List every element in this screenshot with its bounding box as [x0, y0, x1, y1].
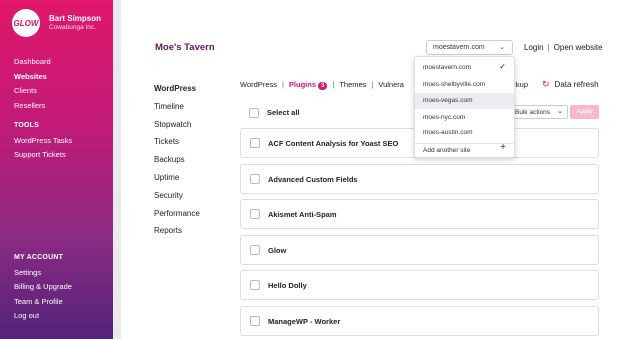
plugin-checkbox[interactable]	[250, 315, 260, 326]
site-switcher-dropdown: moestavern.com ✓ moes-shelbyville.com mo…	[414, 56, 515, 158]
dropdown-item-site[interactable]: moestavern.com ✓	[415, 60, 514, 76]
plugin-row[interactable]: Advanced Custom Fields	[240, 163, 599, 194]
nav-item-settings[interactable]: Settings	[14, 266, 72, 281]
plugin-name: Advanced Custom Fields	[268, 174, 358, 184]
tab-vulnerabilities[interactable]: Vulnera	[378, 80, 404, 89]
nav-item-resellers[interactable]: Resellers	[14, 99, 51, 114]
plugin-name: Glow	[268, 245, 287, 255]
data-refresh-label: Data refresh	[554, 80, 599, 89]
divider: |	[281, 80, 284, 89]
plugin-row[interactable]: ManageWP - Worker	[240, 305, 599, 336]
site-option-label: moes-vegas.com	[423, 97, 473, 104]
dropdown-divider	[415, 143, 514, 144]
site-option-label: moes-austin.com	[423, 129, 473, 136]
tab-plugins-label: Plugins	[288, 80, 317, 89]
bulk-actions-value: Bulk actions	[515, 109, 551, 116]
nav-item-support-tickets[interactable]: Support Tickets	[14, 148, 72, 163]
select-all-checkbox[interactable]	[249, 108, 259, 118]
subnav-uptime[interactable]: Uptime	[154, 169, 200, 187]
plugin-name: Akismet Anti-Spam	[268, 210, 337, 220]
header-links: Login | Open website	[524, 43, 603, 52]
site-option-label: moes-shelbyville.com	[423, 81, 486, 88]
refresh-icon: ↻	[542, 79, 550, 89]
chevron-down-icon: ⌄	[499, 44, 505, 51]
page-title: Moe's Tavern	[155, 42, 215, 53]
site-select[interactable]: moestavern.com ⌄	[426, 40, 513, 55]
user-name: Bart Simpson	[49, 14, 102, 23]
site-subnav: WordPress Timeline Stopwatch Tickets Bac…	[154, 80, 200, 240]
divider: |	[547, 43, 550, 52]
divider: |	[332, 80, 335, 89]
subnav-stopwatch[interactable]: Stopwatch	[154, 116, 200, 134]
nav-item-billing[interactable]: Billing & Upgrade	[14, 280, 72, 295]
sidebar: GLOW Bart Simpson Cowabunga Inc. Dashboa…	[0, 0, 113, 339]
site-option-label: moestavern.com	[423, 64, 472, 71]
glow-logo[interactable]: GLOW	[12, 9, 40, 37]
subnav-performance[interactable]: Performance	[154, 205, 200, 223]
plugin-checkbox[interactable]	[250, 138, 260, 148]
plugin-row[interactable]: Hello Dolly	[240, 270, 599, 301]
tabs-bar: WordPress | Plugins 3 | Themes | Vulnera	[240, 80, 404, 90]
site-option-label: moes-nyc.com	[423, 114, 466, 121]
site-select-value: moestavern.com	[433, 44, 485, 51]
plus-icon[interactable]: +	[500, 142, 506, 153]
account-heading: MY ACCOUNT	[14, 254, 64, 261]
bulk-actions-select[interactable]: Bulk actions ⌄	[510, 105, 568, 119]
subnav-backups[interactable]: Backups	[154, 151, 200, 169]
data-refresh-button[interactable]: ↻ Data refresh	[542, 79, 599, 90]
nav-item-websites[interactable]: Websites	[14, 70, 51, 85]
main-nav: Dashboard Websites Clients Resellers	[14, 55, 51, 113]
chevron-down-icon: ⌄	[557, 108, 563, 115]
plugin-row[interactable]: Glow	[240, 234, 599, 265]
nav-item-logout[interactable]: Log out	[14, 309, 72, 324]
open-website-link[interactable]: Open website	[554, 43, 603, 52]
nav-item-team-profile[interactable]: Team & Profile	[14, 295, 72, 310]
tools-heading: TOOLS	[14, 122, 39, 129]
plugin-row[interactable]: Akismet Anti-Spam	[240, 199, 599, 230]
checkmark-icon: ✓	[499, 62, 506, 71]
dropdown-item-site[interactable]: moes-austin.com	[415, 125, 514, 141]
plugin-name: ACF Content Analysis for Yoast SEO	[268, 139, 399, 148]
main-panel: Moe's Tavern moestavern.com ⌄ Login | Open…	[121, 0, 640, 339]
subnav-reports[interactable]: Reports	[154, 222, 200, 240]
plugin-checkbox[interactable]	[250, 244, 260, 255]
plugin-list: ACF Content Analysis for Yoast SEO Advan…	[240, 128, 599, 339]
nav-item-clients[interactable]: Clients	[14, 84, 51, 99]
plugins-count-badge: 3	[318, 82, 328, 90]
nav-item-dashboard[interactable]: Dashboard	[14, 55, 51, 70]
subnav-timeline[interactable]: Timeline	[154, 98, 200, 116]
subnav-tickets[interactable]: Tickets	[154, 133, 200, 151]
plugin-name: Hello Dolly	[268, 281, 307, 291]
subnav-security[interactable]: Security	[154, 187, 200, 205]
plugin-checkbox[interactable]	[250, 209, 260, 220]
tab-themes[interactable]: Themes	[339, 80, 366, 89]
dropdown-item-site[interactable]: moes-nyc.com	[415, 110, 514, 126]
apply-button[interactable]: Apply	[570, 105, 599, 119]
dropdown-item-site[interactable]: moes-vegas.com	[415, 93, 514, 109]
tools-nav: TOOLS WordPress Tasks Support Tickets	[14, 119, 72, 163]
user-org: Cowabunga Inc.	[49, 24, 96, 31]
plugin-name: ManageWP - Worker	[268, 316, 341, 326]
nav-item-wordpress-tasks[interactable]: WordPress Tasks	[14, 134, 72, 149]
select-all-label: Select all	[267, 108, 300, 117]
add-site-link[interactable]: Add another site	[423, 147, 470, 154]
plugin-checkbox[interactable]	[250, 173, 260, 184]
account-nav: MY ACCOUNT Settings Billing & Upgrade Te…	[14, 251, 72, 324]
divider: |	[371, 80, 374, 89]
tab-wordpress[interactable]: WordPress	[240, 80, 277, 89]
subnav-wordpress[interactable]: WordPress	[154, 80, 200, 98]
login-link[interactable]: Login	[524, 43, 544, 52]
dropdown-item-site[interactable]: moes-shelbyville.com	[415, 77, 514, 93]
tab-plugins[interactable]: Plugins 3	[288, 80, 328, 90]
plugin-checkbox[interactable]	[250, 280, 260, 291]
